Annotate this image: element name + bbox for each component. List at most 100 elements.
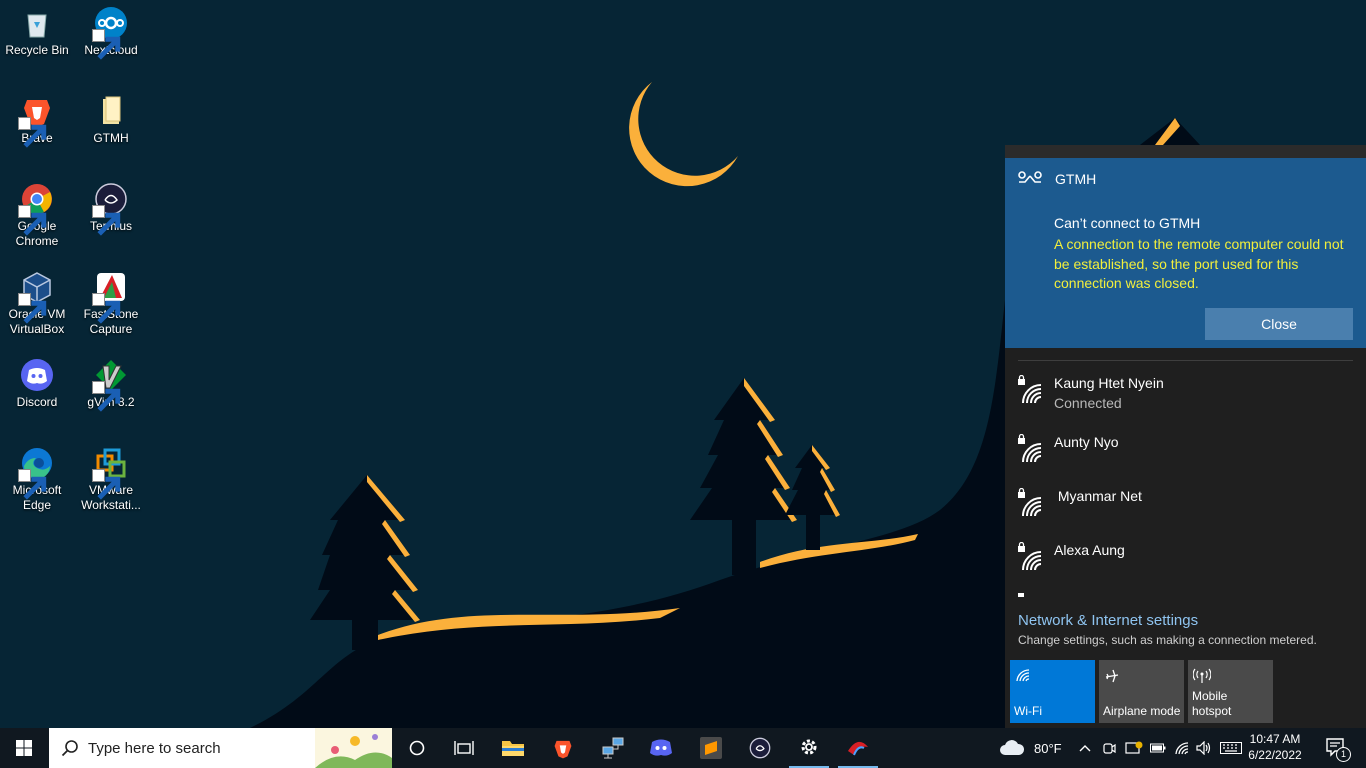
taskbar-termius[interactable] [740, 728, 780, 768]
gear-icon [801, 739, 817, 755]
task-view-button[interactable] [444, 728, 484, 768]
termius-icon [749, 737, 771, 759]
taskbar-settings[interactable] [789, 728, 829, 768]
desktop-icon-edge[interactable]: Microsoft Edge [0, 440, 74, 513]
desktop-icon-termius[interactable]: Termius [74, 176, 148, 236]
network-list-partial-item [1018, 593, 1024, 597]
desktop-icon-discord[interactable]: Discord [0, 352, 74, 410]
shortcut-arrow-icon [92, 381, 121, 412]
network-settings-link[interactable]: Network & Internet settings [1018, 612, 1317, 629]
search-highlight-illustration [315, 728, 392, 768]
notification-toast[interactable]: GTMH Can’t connect to GTMH A connection … [1005, 158, 1366, 348]
network-name: Kaung Htet Nyein [1054, 375, 1164, 391]
discord-icon [650, 739, 672, 756]
remote-desktop-icon [1018, 171, 1042, 183]
desktop-icon-vmware[interactable]: VMware Workstati... [74, 440, 148, 513]
notification-title: Can’t connect to GTMH [1054, 215, 1201, 231]
network-computers-icon [602, 737, 624, 759]
network-settings-description: Change settings, such as making a connec… [1018, 633, 1317, 647]
hotspot-icon [1193, 668, 1211, 683]
taskbar-remote-desktop[interactable] [593, 728, 633, 768]
notification-count-badge: 1 [1336, 747, 1351, 762]
mobile-hotspot-toggle[interactable]: Mobile hotspot [1188, 660, 1273, 723]
notification-app-name: GTMH [1055, 171, 1097, 187]
tray-meet-now[interactable] [1099, 728, 1119, 768]
desktop-icon-recycle-bin[interactable]: Recycle Bin [0, 0, 74, 58]
cortana-button[interactable] [397, 728, 437, 768]
battery-icon [1150, 743, 1166, 753]
taskbar-sublime-text[interactable] [691, 728, 731, 768]
network-status: Connected [1054, 395, 1122, 411]
action-center-button[interactable]: 1 [1316, 728, 1356, 768]
taskbar-clock[interactable]: 10:47 AM 6/22/2022 [1244, 731, 1306, 763]
shortcut-arrow-icon [92, 29, 121, 60]
desktop-icon-gvim[interactable]: gVim 8.2 [74, 352, 148, 412]
show-hidden-icons-button[interactable] [1075, 728, 1095, 768]
wifi-toggle[interactable]: Wi-Fi [1010, 660, 1095, 723]
discord-icon [21, 359, 53, 391]
taskbar-discord[interactable] [641, 728, 681, 768]
network-item[interactable]: Alexa Aung [1015, 541, 1355, 582]
network-name: Myanmar Net [1054, 488, 1142, 504]
keyboard-icon [1220, 742, 1242, 754]
speaker-icon [1196, 741, 1211, 755]
close-button[interactable]: Close [1205, 308, 1353, 340]
taskbar-faststone-capture[interactable] [838, 728, 878, 768]
tray-battery[interactable] [1148, 728, 1168, 768]
desktop-icon-gtmh[interactable]: GTMH [74, 88, 148, 146]
desktop-icon-brave[interactable]: Brave [0, 88, 74, 148]
brave-icon [554, 740, 572, 759]
shortcut-arrow-icon [18, 469, 47, 500]
tray-volume[interactable] [1194, 728, 1214, 768]
network-name: Alexa Aung [1054, 542, 1125, 558]
start-button[interactable] [0, 728, 48, 768]
shortcut-arrow-icon [18, 205, 47, 236]
faststone-icon [848, 741, 868, 756]
search-box[interactable]: Type here to search [49, 728, 392, 768]
network-item[interactable]: Aunty Nyo [1015, 433, 1355, 474]
weather-widget[interactable]: 80°F [999, 728, 1065, 768]
desktop-icon-faststone[interactable]: FastStone Capture [74, 264, 148, 337]
windows-icon [16, 740, 32, 756]
shortcut-arrow-icon [18, 293, 47, 324]
shortcut-arrow-icon [92, 205, 121, 236]
taskbar-file-explorer[interactable] [493, 728, 533, 768]
notification-body: A connection to the remote computer coul… [1054, 236, 1344, 291]
divider [1018, 360, 1353, 361]
clock-date: 6/22/2022 [1248, 748, 1302, 762]
task-view-icon [454, 741, 474, 755]
secured-wifi-icon [1018, 433, 1042, 463]
recycle-bin-icon [27, 14, 47, 38]
network-flyout: GTMH Can’t connect to GTMH A connection … [1005, 145, 1366, 728]
tray-network[interactable] [1172, 728, 1192, 768]
camera-icon [1103, 743, 1116, 754]
tray-input-method[interactable] [1218, 728, 1244, 768]
folder-icon [502, 741, 524, 756]
sublime-text-icon [700, 737, 722, 759]
cortana-icon [409, 740, 425, 756]
security-alert-icon [1125, 741, 1143, 754]
network-name: Aunty Nyo [1054, 434, 1119, 450]
desktop-icon-virtualbox[interactable]: Oracle VM VirtualBox [0, 264, 74, 337]
network-settings: Network & Internet settings Change setti… [1018, 612, 1317, 647]
cloudy-icon [1000, 740, 1025, 755]
wifi-icon [1016, 669, 1030, 682]
taskbar-brave[interactable] [543, 728, 583, 768]
airplane-icon [1105, 669, 1119, 683]
desktop-icon-nextcloud[interactable]: Nextcloud [74, 0, 148, 60]
secured-wifi-icon [1018, 487, 1042, 517]
weather-temperature: 80°F [1034, 740, 1062, 756]
tray-app-icon[interactable] [1123, 728, 1145, 768]
wifi-icon [1175, 742, 1189, 755]
network-item[interactable]: Kaung Htet Nyein Connected [1015, 374, 1355, 415]
desktop-icon-google-chrome[interactable]: Google Chrome [0, 176, 74, 249]
search-placeholder: Type here to search [88, 740, 221, 757]
file-icon [103, 96, 121, 124]
network-item[interactable]: Myanmar Net [1015, 487, 1355, 528]
chevron-up-icon [1079, 745, 1091, 752]
secured-wifi-icon [1018, 374, 1042, 404]
airplane-mode-toggle[interactable]: Airplane mode [1099, 660, 1184, 723]
shortcut-arrow-icon [18, 117, 47, 148]
secured-wifi-icon [1018, 541, 1042, 571]
shortcut-arrow-icon [92, 469, 121, 500]
